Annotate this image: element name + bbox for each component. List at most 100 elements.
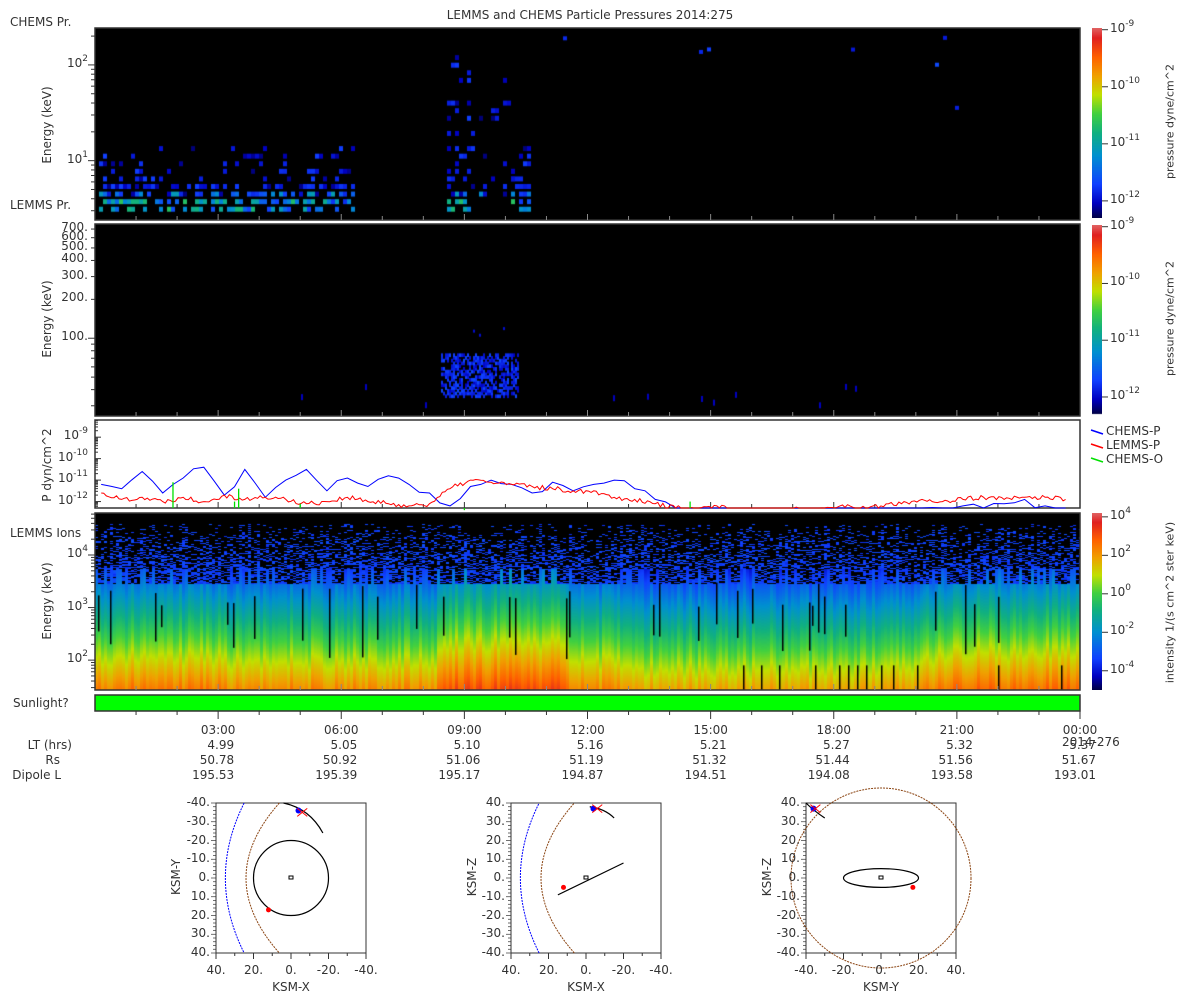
titan-position-marker: [266, 907, 271, 913]
orbit-y-tick-label: -40.: [776, 945, 800, 959]
legend-label-chems-p: CHEMS-P: [1106, 424, 1161, 438]
row-value-rs: 51.56: [938, 753, 973, 767]
orbit-y-tick-label: 20.: [485, 832, 505, 847]
y-tick-label: 400.: [61, 251, 88, 266]
orbit-y-tick-label: -30.: [481, 926, 505, 941]
legend-swatch-lemms-p: [1090, 443, 1104, 449]
time-tick-label: 00:00: [1062, 723, 1098, 737]
plot-frames: [88, 27, 1108, 969]
y-tick-label: 104: [66, 544, 88, 561]
colorbar-tick-label: 10-2: [1110, 621, 1135, 638]
titan-position-marker: [910, 884, 916, 890]
orbit-y-axis-title: KSM-Z: [760, 857, 775, 897]
row-value-dipole-l: 194.51: [684, 768, 727, 782]
orbit-x-tick-label: -40.: [354, 963, 378, 977]
orbit-y-tick-label: -20.: [186, 832, 210, 847]
orbit-x-tick-label: 40.: [206, 963, 226, 977]
row-value-lt-hrs-: 5.10: [453, 738, 481, 752]
colorbar-tick-label: 10-11: [1110, 329, 1140, 346]
time-tick-label: 21:00: [939, 723, 975, 737]
colorbar-tick-label: 10-10: [1110, 272, 1140, 289]
row-value-dipole-l: 193.58: [930, 768, 973, 782]
orbit-x-tick-label: 0.: [580, 963, 592, 977]
legend-label-chems-o: CHEMS-O: [1106, 452, 1164, 466]
row-value-lt-hrs-: 5.16: [576, 738, 604, 752]
orbit-x-tick-label: 20.: [243, 963, 264, 977]
orbit-y-tick-label: -40.: [481, 945, 505, 959]
colorbar-tick-label: 10-10: [1110, 75, 1140, 92]
colorbar-tick-label: 10-12: [1110, 385, 1140, 402]
row-value-dipole-l: 195.39: [315, 768, 358, 782]
row-value-rs: 51.44: [815, 753, 850, 767]
orbit-y-tick-label: 30.: [485, 813, 505, 828]
row-value-dipole-l: 195.17: [438, 768, 481, 782]
orbit-frame: [805, 802, 957, 954]
y-tick-label: 300.: [61, 267, 88, 282]
row-value-rs: 51.32: [692, 753, 727, 767]
colorbar-tick-label: 10-4: [1110, 659, 1135, 676]
sunlight-bar: [94, 694, 1081, 712]
colorbar-tick-label: 100: [1110, 582, 1132, 599]
colorbar-tick-label: 10-9: [1110, 215, 1135, 232]
row-value-dipole-l: 193.01: [1054, 768, 1096, 782]
y-tick-label: 103: [66, 596, 88, 613]
row-value-rs: 51.19: [569, 753, 604, 767]
orbit-frame: [215, 802, 367, 954]
orbit-x-tick-label: -20.: [611, 963, 636, 977]
orbit-x-tick-label: 40.: [501, 963, 521, 977]
row-value-lt-hrs-: 5.32: [946, 738, 973, 752]
row-value-rs: 50.92: [322, 753, 358, 767]
time-tick-label: 09:00: [447, 723, 482, 737]
orbit-y-tick-label: 30.: [780, 813, 800, 828]
row-value-rs: 51.06: [446, 753, 481, 767]
legend-swatch-chems-p: [1090, 429, 1104, 435]
y-tick-label: 10-11: [58, 469, 88, 486]
colorbar-tick-label: 102: [1110, 544, 1132, 561]
titan-position-marker: [561, 884, 566, 890]
orbit-x-tick-label: 20.: [538, 963, 559, 977]
orbit-x-tick-label: -40.: [794, 963, 818, 977]
orbit-plot-ksm-y-ksm-z: [790, 787, 972, 969]
orbit-plot-ksm-x-ksm-y: [211, 802, 367, 959]
orbit-y-tick-label: 30.: [190, 926, 210, 941]
time-tick-label: 15:00: [693, 723, 728, 737]
row-value-rs: 50.78: [199, 753, 235, 767]
orbit-y-tick-label: -40.: [186, 795, 210, 809]
y-tick-label: 10-9: [63, 426, 88, 443]
orbit-x-tick-label: 0.: [285, 963, 297, 977]
orbit-y-tick-label: 40.: [190, 945, 210, 959]
orbit-y-tick-label: 20.: [190, 907, 210, 922]
orbit-x-axis-title: KSM-Y: [862, 980, 900, 994]
panel-frame: [94, 223, 1081, 417]
row-value-rs: 51.67: [1061, 753, 1096, 767]
orbit-y-axis-title: KSM-Y: [169, 858, 184, 896]
time-tick-label: 03:00: [200, 723, 236, 737]
y-tick-label: 10-10: [58, 447, 88, 464]
colorbar-tick-label: 104: [1110, 505, 1132, 522]
orbit-x-tick-label: 20.: [908, 963, 929, 977]
orbit-y-axis-title: KSM-Z: [465, 857, 480, 897]
colorbar-tick-label: 10-11: [1110, 132, 1140, 149]
orbit-y-tick-label: 40.: [485, 795, 505, 809]
colorbar-tick-label: 10-12: [1110, 189, 1140, 206]
row-label-dipole-l: Dipole L: [12, 768, 61, 782]
row-value-dipole-l: 195.53: [192, 768, 235, 782]
orbit-x-tick-label: 40.: [946, 963, 966, 977]
sunlight-label: Sunlight?: [13, 696, 69, 710]
orbit-x-tick-label: 0.: [875, 963, 887, 977]
orbit-x-axis-title: KSM-X: [272, 980, 310, 994]
panel-frame: [94, 512, 1081, 691]
row-value-lt-hrs-: 5.21: [699, 738, 727, 752]
orbit-y-tick-label: -20.: [776, 907, 800, 922]
orbit-y-tick-label: 20.: [780, 832, 800, 847]
row-value-lt-hrs-: 5.37: [1069, 738, 1096, 752]
row-value-dipole-l: 194.87: [561, 768, 604, 782]
orbit-frame: [510, 802, 662, 954]
y-tick-label: 102: [66, 53, 88, 70]
time-tick-label: 06:00: [323, 723, 359, 737]
orbit-y-tick-label: 40.: [780, 795, 800, 809]
orbit-y-tick-label: -20.: [481, 907, 505, 922]
panel-frame: [94, 419, 1081, 509]
spacecraft-position-marker: [590, 805, 597, 812]
time-tick-label: 12:00: [570, 723, 605, 737]
